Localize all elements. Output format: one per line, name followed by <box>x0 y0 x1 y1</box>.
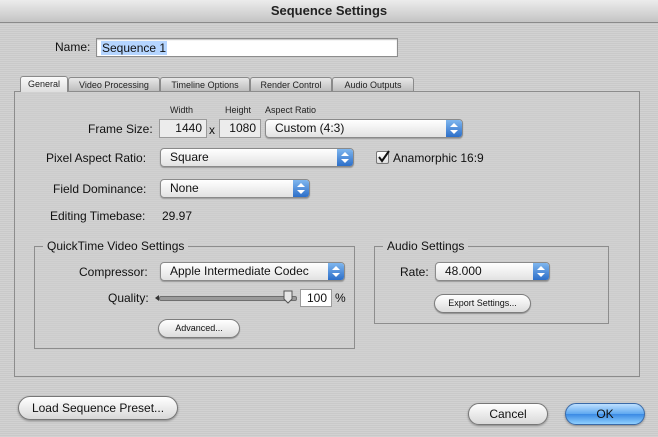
popup-arrows-icon <box>328 263 344 280</box>
tab-audio-outputs[interactable]: Audio Outputs <box>332 77 414 91</box>
field-dominance-value: None <box>170 181 199 195</box>
checkmark-icon <box>378 150 390 163</box>
name-value: Sequence 1 <box>101 41 168 55</box>
popup-arrows-icon <box>533 263 549 280</box>
rate-value: 48.000 <box>445 264 482 278</box>
slider-thumb-icon[interactable] <box>283 290 293 304</box>
ok-button[interactable]: OK <box>565 403 645 425</box>
rate-label: Rate: <box>400 265 429 279</box>
tab-render-control[interactable]: Render Control <box>250 77 332 91</box>
export-settings-button[interactable]: Export Settings... <box>434 294 531 313</box>
cancel-button[interactable]: Cancel <box>468 403 548 425</box>
slider-track <box>159 296 297 301</box>
editing-timebase-value: 29.97 <box>162 209 193 223</box>
width-field[interactable]: 1440 <box>159 119 207 138</box>
aspect-ratio-popup[interactable]: Custom (4:3) <box>265 119 463 138</box>
anamorphic-label: Anamorphic 16:9 <box>393 151 484 165</box>
popup-arrows-icon <box>293 180 309 197</box>
editing-timebase-label: Editing Timebase: <box>50 209 146 223</box>
frame-size-label: Frame Size: <box>88 122 153 136</box>
tab-general[interactable]: General <box>20 76 68 92</box>
slider-min-icon <box>155 295 159 301</box>
pixel-aspect-value: Square <box>170 150 209 164</box>
advanced-button[interactable]: Advanced... <box>158 319 240 338</box>
name-field[interactable]: Sequence 1 <box>96 38 398 57</box>
popup-arrows-icon <box>337 149 353 166</box>
window-title: Sequence Settings <box>0 0 658 23</box>
tab-video-processing[interactable]: Video Processing <box>68 77 160 91</box>
quality-label: Quality: <box>108 291 149 305</box>
quality-slider[interactable] <box>155 290 297 304</box>
pixel-aspect-label: Pixel Aspect Ratio: <box>46 151 147 165</box>
compressor-label: Compressor: <box>79 265 148 279</box>
name-label: Name: <box>55 40 91 54</box>
height-header: Height <box>225 105 252 115</box>
quicktime-title: QuickTime Video Settings <box>43 239 189 253</box>
field-dominance-label: Field Dominance: <box>53 182 147 196</box>
popup-arrows-icon <box>446 120 462 137</box>
height-field[interactable]: 1080 <box>219 119 261 138</box>
quality-field[interactable]: 100 <box>300 289 332 307</box>
field-dominance-popup[interactable]: None <box>160 179 310 198</box>
pixel-aspect-popup[interactable]: Square <box>160 148 354 167</box>
load-preset-button[interactable]: Load Sequence Preset... <box>18 396 178 420</box>
rate-popup[interactable]: 48.000 <box>435 262 550 281</box>
size-separator: x <box>209 123 215 137</box>
width-header: Width <box>170 105 194 115</box>
aspect-ratio-value: Custom (4:3) <box>275 121 345 135</box>
compressor-popup[interactable]: Apple Intermediate Codec <box>160 262 345 281</box>
anamorphic-checkbox[interactable] <box>376 150 390 164</box>
audio-title: Audio Settings <box>383 239 469 253</box>
compressor-value: Apple Intermediate Codec <box>170 264 309 278</box>
quality-unit: % <box>335 291 346 305</box>
tab-timeline-options[interactable]: Timeline Options <box>160 77 250 91</box>
aspect-header: Aspect Ratio <box>265 105 317 115</box>
